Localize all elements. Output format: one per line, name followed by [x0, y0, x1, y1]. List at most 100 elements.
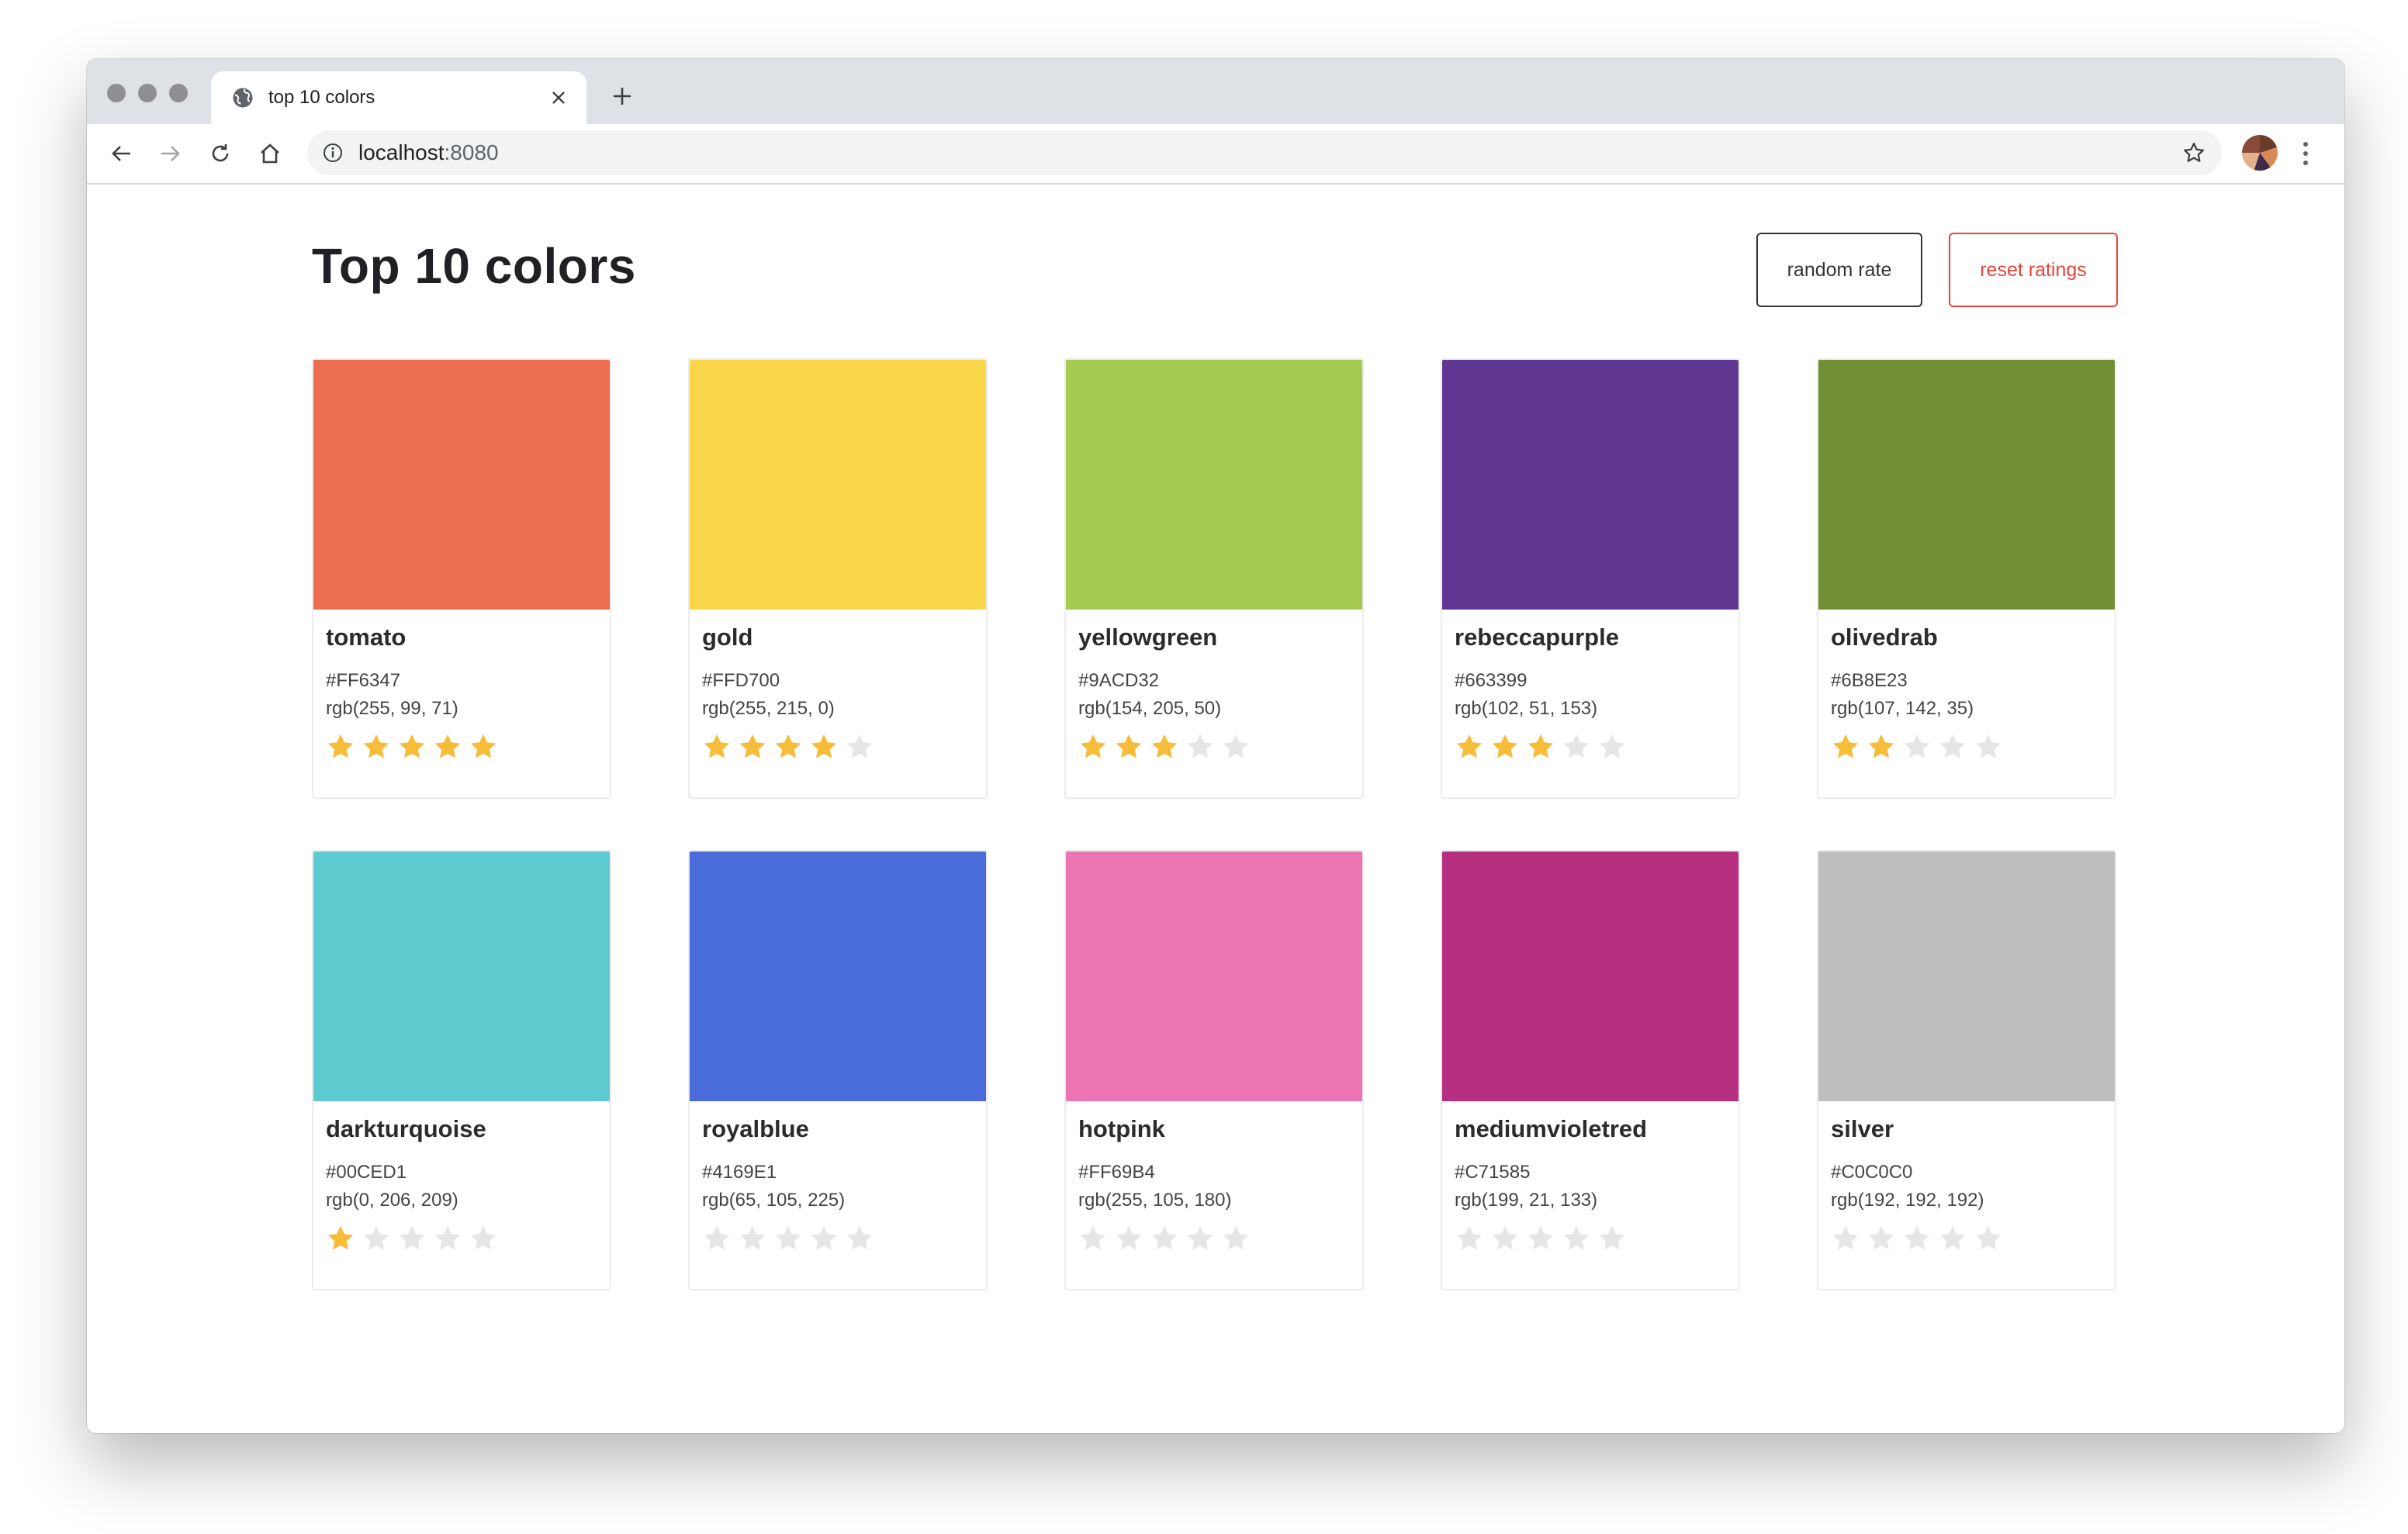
star-icon[interactable] — [1221, 1224, 1251, 1253]
forward-arrow-icon[interactable] — [155, 138, 186, 169]
color-rgb: rgb(0, 206, 209) — [326, 1190, 458, 1211]
address-bar[interactable]: localhost:8080 — [307, 130, 2222, 175]
color-name: royalblue — [702, 1115, 809, 1142]
star-icon[interactable] — [1078, 1224, 1108, 1253]
info-icon[interactable] — [321, 141, 344, 164]
back-arrow-icon[interactable] — [106, 138, 137, 169]
color-name: tomato — [326, 624, 407, 651]
color-swatch — [313, 852, 610, 1101]
color-card-olivedrab: olivedrab #6B8E23 rgb(107, 142, 35) — [1817, 358, 2116, 799]
star-icon[interactable] — [1938, 1224, 1967, 1253]
star-icon[interactable] — [1831, 732, 1860, 762]
star-icon[interactable] — [1490, 732, 1520, 762]
star-icon[interactable] — [362, 732, 391, 762]
color-grid: tomato #FF6347 rgb(255, 99, 71) gold #FFD700… — [312, 358, 2116, 1290]
star-rating — [1455, 1224, 1726, 1253]
star-icon[interactable] — [1597, 732, 1627, 762]
home-icon[interactable] — [254, 138, 285, 169]
star-icon[interactable] — [1526, 732, 1555, 762]
star-icon[interactable] — [845, 1224, 874, 1253]
star-icon[interactable] — [397, 1224, 427, 1253]
plus-icon[interactable] — [608, 82, 636, 110]
color-card-tomato: tomato #FF6347 rgb(255, 99, 71) — [312, 358, 611, 799]
star-icon[interactable] — [1867, 1224, 1896, 1253]
star-icon[interactable] — [433, 1224, 462, 1253]
star-icon[interactable] — [773, 732, 803, 762]
star-icon[interactable] — [773, 1224, 803, 1253]
color-swatch — [1442, 852, 1739, 1101]
color-swatch — [1442, 360, 1739, 610]
browser-tab[interactable]: top 10 colors — [211, 71, 586, 124]
color-swatch — [313, 360, 610, 610]
star-icon[interactable] — [1150, 1224, 1179, 1253]
star-rating — [1078, 1224, 1350, 1253]
star-icon[interactable] — [326, 1224, 355, 1253]
random-rate-button[interactable]: random rate — [1756, 233, 1922, 307]
star-icon[interactable] — [1455, 1224, 1484, 1253]
star-rating — [326, 1224, 597, 1253]
star-icon[interactable] — [845, 732, 874, 762]
card-body: darkturquoise #00CED1 rgb(0, 206, 209) — [313, 1101, 610, 1253]
star-icon[interactable] — [1562, 732, 1591, 762]
color-hex: #00CED1 — [326, 1162, 407, 1183]
star-icon[interactable] — [1114, 1224, 1143, 1253]
star-icon[interactable] — [1974, 1224, 2003, 1253]
close-icon[interactable] — [548, 87, 569, 109]
star-icon[interactable] — [1938, 732, 1967, 762]
url-text[interactable]: localhost:8080 — [358, 140, 2180, 165]
star-icon[interactable] — [1902, 732, 1932, 762]
color-name: mediumvioletred — [1455, 1115, 1648, 1142]
color-card-mediumvioletred: mediumvioletred #C71585 rgb(199, 21, 133) — [1441, 850, 1740, 1290]
color-card-darkturquoise: darkturquoise #00CED1 rgb(0, 206, 209) — [312, 850, 611, 1290]
close-window-button[interactable] — [107, 84, 126, 102]
color-hex: #663399 — [1455, 670, 1527, 691]
star-icon[interactable] — [1455, 732, 1484, 762]
star-icon[interactable] — [809, 1224, 839, 1253]
reset-ratings-button[interactable]: reset ratings — [1949, 233, 2118, 307]
star-icon[interactable] — [1831, 1224, 1860, 1253]
star-icon[interactable] — [738, 732, 767, 762]
star-icon[interactable] — [1867, 732, 1896, 762]
reload-icon[interactable] — [205, 138, 236, 169]
star-rating — [702, 732, 974, 762]
card-body: gold #FFD700 rgb(255, 215, 0) — [690, 610, 986, 762]
star-icon[interactable] — [1490, 1224, 1520, 1253]
color-rgb: rgb(255, 105, 180) — [1078, 1190, 1232, 1211]
star-icon[interactable] — [362, 1224, 391, 1253]
color-hex: #C71585 — [1455, 1162, 1531, 1183]
star-rating — [1831, 1224, 2102, 1253]
star-icon[interactable] — [1185, 732, 1215, 762]
maximize-window-button[interactable] — [169, 84, 188, 102]
star-icon[interactable] — [1114, 732, 1143, 762]
star-icon[interactable] — [1597, 1224, 1627, 1253]
star-rating — [702, 1224, 974, 1253]
star-icon[interactable] — [469, 1224, 498, 1253]
star-icon[interactable] — [1185, 1224, 1215, 1253]
star-icon[interactable] — [1902, 1224, 1932, 1253]
color-name: darkturquoise — [326, 1115, 486, 1142]
star-icon[interactable] — [1526, 1224, 1555, 1253]
star-icon[interactable] — [433, 732, 462, 762]
card-body: olivedrab #6B8E23 rgb(107, 142, 35) — [1818, 610, 2115, 762]
star-icon[interactable] — [1974, 732, 2003, 762]
star-icon[interactable] — [702, 732, 732, 762]
window-controls — [107, 84, 188, 102]
avatar[interactable] — [2242, 135, 2278, 171]
star-icon[interactable] — [1221, 732, 1251, 762]
bookmark-star-icon[interactable] — [2180, 139, 2208, 167]
star-icon[interactable] — [809, 732, 839, 762]
star-icon[interactable] — [397, 732, 427, 762]
star-icon[interactable] — [1562, 1224, 1591, 1253]
star-icon[interactable] — [1078, 732, 1108, 762]
star-icon[interactable] — [738, 1224, 767, 1253]
card-body: tomato #FF6347 rgb(255, 99, 71) — [313, 610, 610, 762]
color-card-rebeccapurple: rebeccapurple #663399 rgb(102, 51, 153) — [1441, 358, 1740, 799]
star-icon[interactable] — [326, 732, 355, 762]
star-icon[interactable] — [469, 732, 498, 762]
minimize-window-button[interactable] — [138, 84, 157, 102]
color-card-hotpink: hotpink #FF69B4 rgb(255, 105, 180) — [1064, 850, 1364, 1290]
star-icon[interactable] — [702, 1224, 732, 1253]
more-menu-icon[interactable] — [2298, 138, 2313, 169]
star-icon[interactable] — [1150, 732, 1179, 762]
tab-strip: top 10 colors — [87, 59, 2344, 124]
